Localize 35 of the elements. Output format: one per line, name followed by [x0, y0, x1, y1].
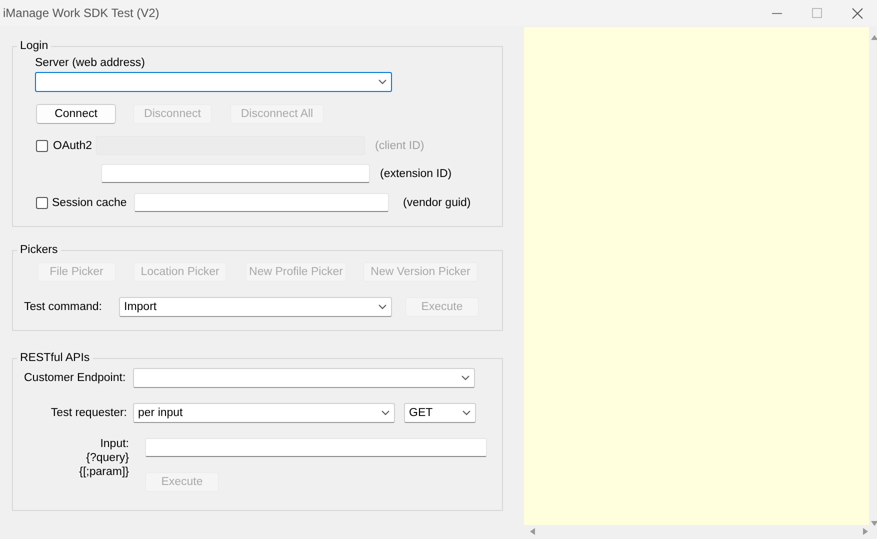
checkbox[interactable] [36, 140, 48, 152]
input-field[interactable] [145, 438, 487, 457]
group-title: Pickers [19, 244, 59, 256]
chevron-down-icon[interactable] [381, 410, 390, 416]
chevron-down-icon[interactable] [461, 375, 470, 381]
scroll-down-icon[interactable] [871, 520, 877, 527]
scroll-up-icon[interactable] [871, 34, 877, 41]
scroll-right-icon[interactable] [862, 528, 869, 535]
input-field[interactable] [101, 164, 370, 183]
field-hint: (extension ID) [380, 168, 452, 180]
checkbox[interactable] [36, 196, 48, 208]
window-title: iManage Work SDK Test (V2) [2, 6, 160, 20]
input-field[interactable] [134, 193, 389, 212]
group-title: RESTful APIs [19, 352, 91, 364]
group-title: Login [19, 40, 50, 52]
action-button[interactable]: Connect [36, 104, 116, 124]
chevron-down-icon[interactable] [378, 304, 387, 310]
field-label: Test command: [24, 301, 103, 313]
server-combo[interactable] [35, 72, 392, 92]
field-label: {[;param]} [79, 466, 129, 478]
field-hint: (vendor guid) [403, 196, 471, 208]
field-label: Customer Endpoint: [24, 372, 127, 384]
chevron-down-icon[interactable] [462, 410, 471, 416]
field-hint: (client ID) [375, 140, 424, 152]
method-select[interactable]: GET [404, 403, 476, 423]
scroll-left-icon[interactable] [529, 528, 536, 535]
checkbox-label: OAuth2 [52, 140, 93, 152]
field-label: Test requester: [50, 407, 127, 419]
field-label: Server (web address) [35, 57, 146, 69]
requester-select[interactable]: per input [133, 403, 395, 423]
checkbox-label: Session cache [51, 196, 128, 208]
field-label: {?query} [86, 452, 129, 464]
command-select[interactable]: Import [119, 297, 392, 317]
field-label: Input: [100, 438, 129, 450]
chevron-down-icon[interactable] [378, 79, 387, 85]
